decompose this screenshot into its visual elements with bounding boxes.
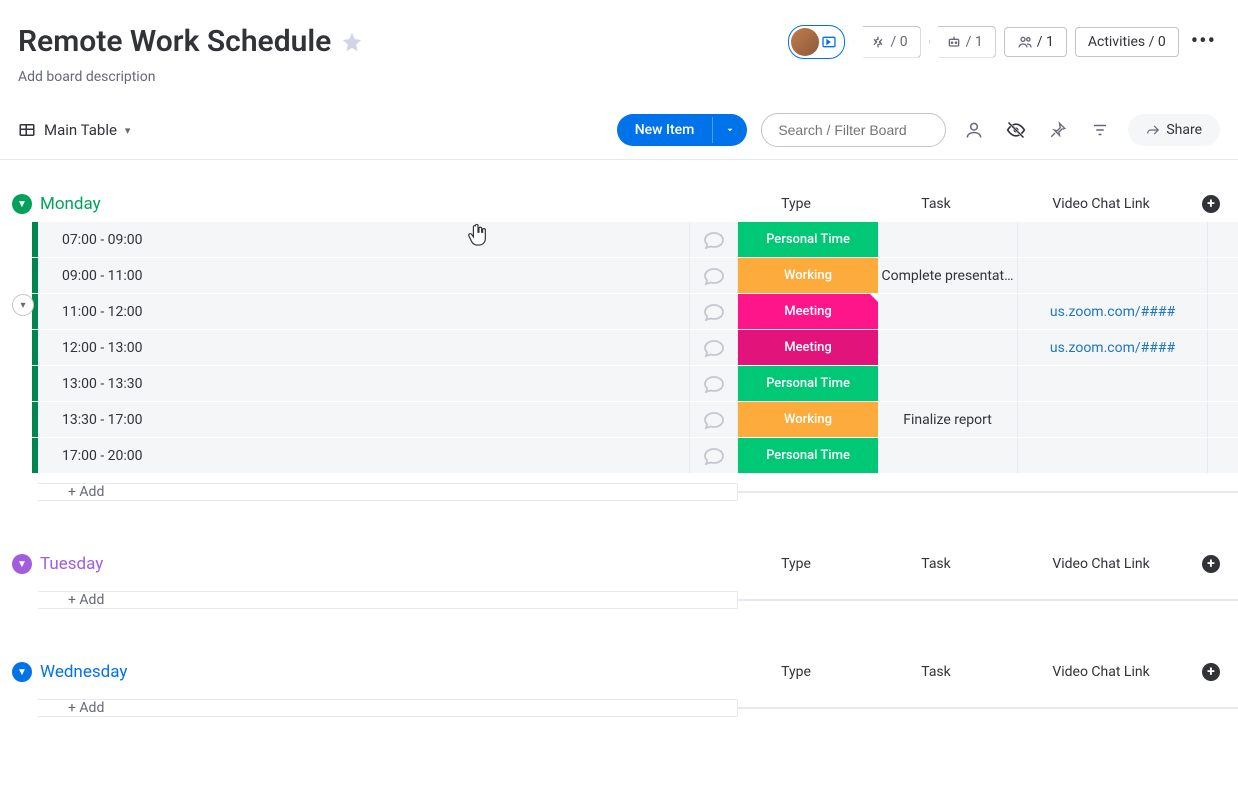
owner-badge-icon	[821, 34, 837, 50]
board-toolbar: Main Table ▾ New Item Share	[0, 105, 1238, 160]
add-column-button[interactable]: +	[1196, 663, 1226, 681]
row-chat-icon[interactable]	[690, 294, 738, 329]
table-row[interactable]: 07:00 - 09:00 Personal Time	[6, 222, 1238, 258]
row-time-cell[interactable]: 17:00 - 20:00	[38, 438, 690, 473]
robot-icon	[946, 34, 962, 50]
automations-button[interactable]: / 1	[929, 26, 996, 58]
new-item-button[interactable]: New Item	[617, 114, 748, 146]
person-filter-icon[interactable]	[960, 116, 988, 144]
chevron-down-icon	[725, 125, 735, 135]
filter-icon[interactable]	[1086, 116, 1114, 144]
group-wednesday: ▼ WednesdayTypeTaskVideo Chat Link+ + Add	[6, 658, 1238, 726]
row-type-cell[interactable]: Working	[738, 258, 878, 293]
table-row[interactable]: 12:00 - 13:00 Meeting us.zoom.com/####	[6, 330, 1238, 366]
add-item-input[interactable]: + Add	[38, 699, 738, 717]
row-chat-icon[interactable]	[690, 438, 738, 473]
column-header-link[interactable]: Video Chat Link	[1006, 196, 1196, 212]
board-header: Remote Work Schedule / 0 / 1 / 1 Activit…	[0, 0, 1238, 65]
members-button[interactable]: / 1	[1004, 27, 1067, 57]
row-link-cell[interactable]	[1018, 222, 1208, 257]
avatar-icon	[791, 28, 819, 56]
group-title[interactable]: Tuesday	[40, 554, 726, 574]
row-link-cell[interactable]	[1018, 258, 1208, 293]
row-chat-icon[interactable]	[690, 402, 738, 437]
row-time-cell[interactable]: 13:00 - 13:30	[38, 366, 690, 401]
table-row[interactable]: 13:30 - 17:00 WorkingFinalize report	[6, 402, 1238, 438]
activities-button[interactable]: Activities / 0	[1075, 27, 1179, 57]
row-link-cell[interactable]: us.zoom.com/####	[1018, 294, 1208, 329]
row-task-cell[interactable]	[878, 366, 1018, 401]
view-selector[interactable]: Main Table ▾	[18, 121, 130, 139]
row-type-cell[interactable]: Working	[738, 402, 878, 437]
table-row[interactable]: 17:00 - 20:00 Personal Time	[6, 438, 1238, 474]
row-link-cell[interactable]: us.zoom.com/####	[1018, 330, 1208, 365]
row-task-cell[interactable]	[878, 438, 1018, 473]
expand-row-button[interactable]: ▾	[12, 294, 34, 316]
row-task-cell[interactable]: Complete presentat…	[878, 258, 1018, 293]
add-column-button[interactable]: +	[1196, 195, 1226, 213]
row-link-cell[interactable]	[1018, 438, 1208, 473]
column-header-link[interactable]: Video Chat Link	[1006, 664, 1196, 680]
pin-icon[interactable]	[1044, 116, 1072, 144]
video-chat-link[interactable]: us.zoom.com/####	[1050, 340, 1175, 356]
group-monday: ▼ MondayTypeTaskVideo Chat Link+07:00 - 0…	[6, 190, 1238, 510]
integrations-button[interactable]: / 0	[853, 26, 920, 58]
group-collapse-toggle[interactable]: ▼	[12, 554, 32, 574]
column-header-type[interactable]: Type	[726, 664, 866, 680]
row-time-cell[interactable]: 13:30 - 17:00	[38, 402, 690, 437]
row-time-cell[interactable]: 12:00 - 13:00	[38, 330, 690, 365]
eye-hidden-icon[interactable]	[1002, 116, 1030, 144]
row-task-cell[interactable]: Finalize report	[878, 402, 1018, 437]
share-arrow-icon	[1146, 123, 1160, 137]
plug-icon	[870, 34, 886, 50]
column-header-link[interactable]: Video Chat Link	[1006, 556, 1196, 572]
row-chat-icon[interactable]	[690, 222, 738, 257]
table-icon	[18, 121, 36, 139]
row-link-cell[interactable]	[1018, 402, 1208, 437]
row-type-cell[interactable]: Meeting	[738, 294, 878, 329]
board-body: ▼MondayTypeTaskVideo Chat Link+07:00 - 0…	[0, 160, 1238, 796]
search-input[interactable]	[761, 113, 946, 147]
add-item-input[interactable]: + Add	[38, 483, 738, 501]
share-button[interactable]: Share	[1128, 114, 1220, 146]
group-title[interactable]: Monday	[40, 194, 726, 214]
table-row[interactable]: 13:00 - 13:30 Personal Time	[6, 366, 1238, 402]
more-menu-icon[interactable]: •••	[1187, 25, 1220, 58]
row-link-cell[interactable]	[1018, 366, 1208, 401]
row-task-cell[interactable]	[878, 294, 1018, 329]
group-collapse-toggle[interactable]: ▼	[12, 194, 32, 214]
people-icon	[1017, 34, 1033, 50]
video-chat-link[interactable]: us.zoom.com/####	[1050, 304, 1175, 320]
row-type-cell[interactable]: Personal Time	[738, 222, 878, 257]
chevron-down-icon: ▾	[125, 124, 131, 137]
row-chat-icon[interactable]	[690, 258, 738, 293]
row-time-cell[interactable]: 07:00 - 09:00	[38, 222, 690, 257]
column-header-task[interactable]: Task	[866, 556, 1006, 572]
row-time-cell[interactable]: 11:00 - 12:00	[38, 294, 690, 329]
row-type-cell[interactable]: Meeting	[738, 330, 878, 365]
row-type-cell[interactable]: Personal Time	[738, 366, 878, 401]
column-header-task[interactable]: Task	[866, 664, 1006, 680]
column-header-task[interactable]: Task	[866, 196, 1006, 212]
table-row[interactable]: 09:00 - 11:00 WorkingComplete presentat…	[6, 258, 1238, 294]
group-title[interactable]: Wednesday	[40, 662, 726, 682]
row-chat-icon[interactable]	[690, 330, 738, 365]
new-item-dropdown[interactable]	[712, 117, 747, 143]
row-type-cell[interactable]: Personal Time	[738, 438, 878, 473]
row-time-cell[interactable]: 09:00 - 11:00	[38, 258, 690, 293]
board-title[interactable]: Remote Work Schedule	[18, 24, 331, 59]
group-tuesday: ▼ TuesdayTypeTaskVideo Chat Link+ + Add	[6, 550, 1238, 618]
board-description[interactable]: Add board description	[0, 65, 1238, 105]
row-task-cell[interactable]	[878, 222, 1018, 257]
board-owner-avatar[interactable]	[788, 25, 845, 59]
column-header-type[interactable]: Type	[726, 556, 866, 572]
row-task-cell[interactable]	[878, 330, 1018, 365]
column-header-type[interactable]: Type	[726, 196, 866, 212]
table-row[interactable]: ▾11:00 - 12:00 Meeting us.zoom.com/####	[6, 294, 1238, 330]
add-column-button[interactable]: +	[1196, 555, 1226, 573]
add-item-input[interactable]: + Add	[38, 591, 738, 609]
group-collapse-toggle[interactable]: ▼	[12, 662, 32, 682]
row-chat-icon[interactable]	[690, 366, 738, 401]
favorite-star-icon[interactable]	[341, 31, 363, 53]
